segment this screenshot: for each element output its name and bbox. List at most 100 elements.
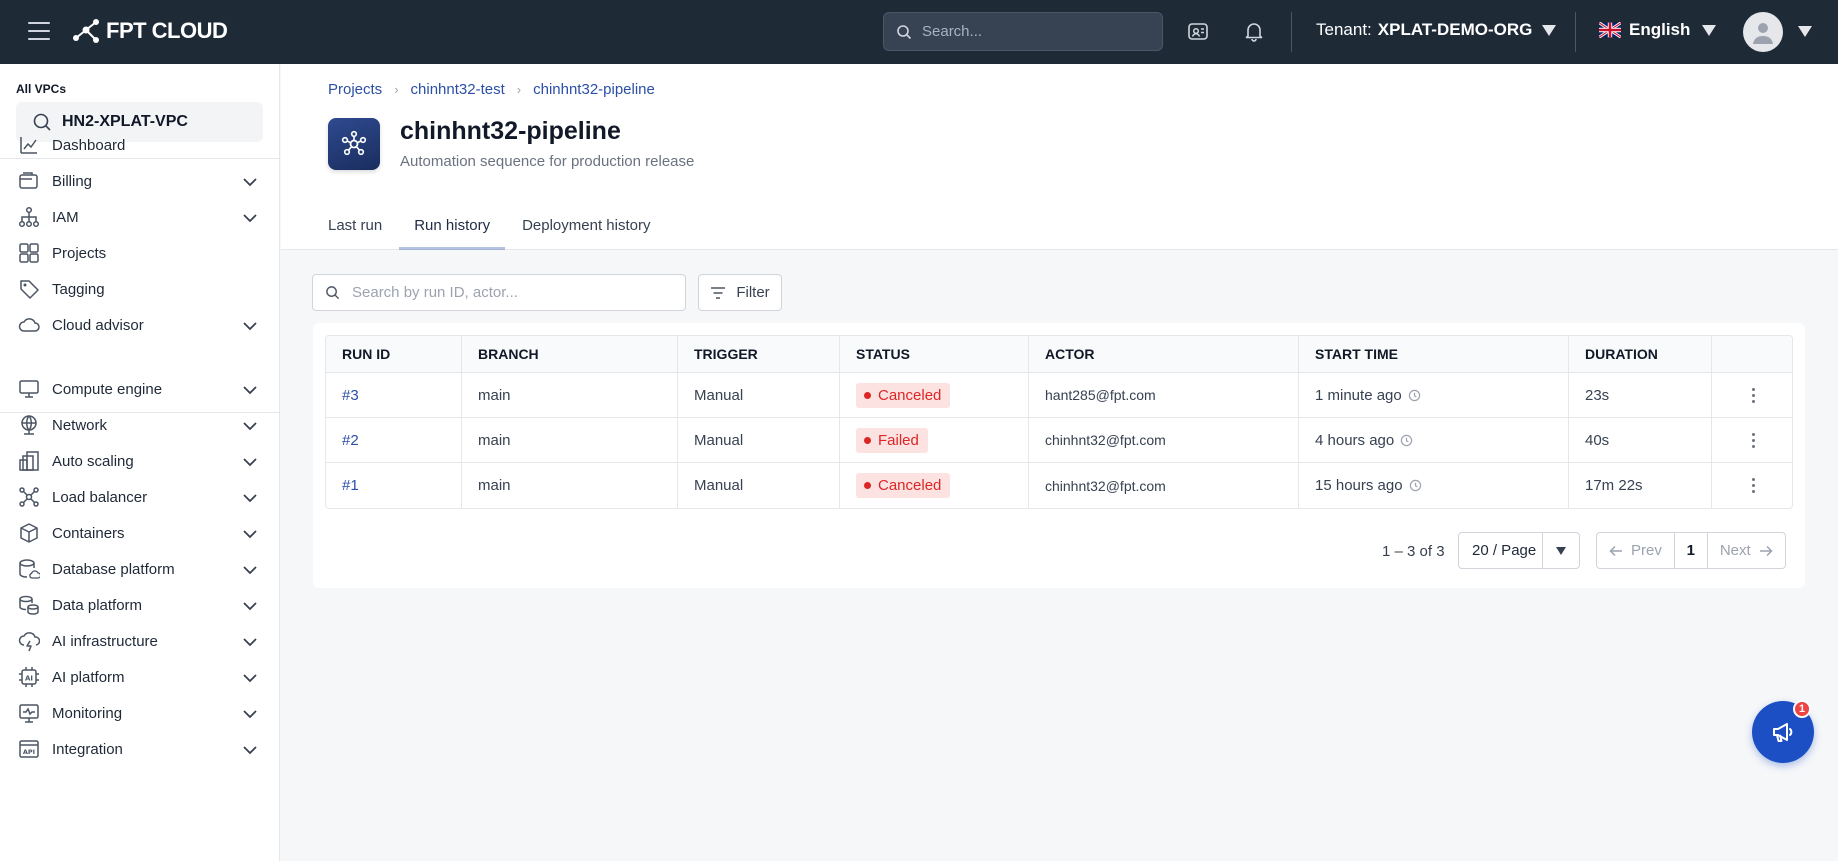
next-page-button[interactable]: Next xyxy=(1708,533,1785,568)
page-header: Projects › chinhnt32-test › chinhnt32-pi… xyxy=(281,64,1838,250)
chevron-down-icon[interactable] xyxy=(242,598,258,616)
caret-down-icon[interactable] xyxy=(1798,26,1812,37)
table-row[interactable]: #3 main Manual Canceled hant285@fpt.com 1 min… xyxy=(326,373,1792,418)
language-selector[interactable]: English xyxy=(1599,20,1717,40)
tenant-selector[interactable]: Tenant: XPLAT-DEMO-ORG xyxy=(1316,20,1557,40)
column-header-duration[interactable]: DURATION xyxy=(1569,336,1712,372)
chevron-down-icon[interactable] xyxy=(242,318,258,336)
chevron-down-icon[interactable] xyxy=(242,210,258,228)
menu-icon[interactable] xyxy=(28,22,50,40)
more-vertical-icon[interactable] xyxy=(1748,429,1759,452)
table-row[interactable]: #2 main Manual Failed chinhnt32@fpt.com 4 hou… xyxy=(326,418,1792,463)
user-avatar[interactable] xyxy=(1743,12,1783,52)
breadcrumb-project[interactable]: chinhnt32-test xyxy=(411,81,505,98)
column-header-actor[interactable]: ACTOR xyxy=(1029,336,1299,372)
more-vertical-icon[interactable] xyxy=(1748,384,1759,407)
sidebar-item-label: Projects xyxy=(52,244,107,262)
chevron-down-icon[interactable] xyxy=(242,670,258,688)
chevron-down-icon[interactable] xyxy=(242,634,258,652)
tenant-value: XPLAT-DEMO-ORG xyxy=(1377,20,1533,39)
bell-icon[interactable] xyxy=(1241,18,1267,44)
run-id-link[interactable]: #3 xyxy=(342,387,359,404)
sidebar-item-load-balancer[interactable]: Load balancer xyxy=(0,479,279,515)
grid-icon xyxy=(18,242,40,264)
start-time-text: 15 hours ago xyxy=(1315,477,1403,494)
megaphone-icon xyxy=(1773,723,1793,742)
sidebar-item-auto-scaling[interactable]: Auto scaling xyxy=(0,443,279,479)
start-time-cell: 4 hours ago xyxy=(1299,418,1569,462)
sidebar-item-projects[interactable]: Projects xyxy=(0,235,279,271)
chevron-down-icon[interactable] xyxy=(242,706,258,724)
sidebar-item-iam[interactable]: IAM xyxy=(0,199,279,235)
coins-icon xyxy=(18,594,40,616)
contact-card-icon[interactable] xyxy=(1185,18,1211,44)
sidebar-item-cloud-advisor[interactable]: Cloud advisor xyxy=(0,307,279,343)
status-dot-icon xyxy=(864,482,871,489)
clock-icon[interactable] xyxy=(1408,389,1421,402)
caret-down-icon xyxy=(1542,24,1557,36)
page-title: chinhnt32-pipeline xyxy=(400,117,621,145)
sidebar-item-database-platform[interactable]: Database platform xyxy=(0,551,279,587)
api-icon: API xyxy=(18,738,40,760)
prev-page-button[interactable]: Prev xyxy=(1597,533,1674,568)
filter-button[interactable]: Filter xyxy=(698,274,782,311)
sidebar-item-ai-infrastructure[interactable]: AI infrastructure xyxy=(0,623,279,659)
run-history-card: RUN ID BRANCH TRIGGER STATUS ACTOR START… xyxy=(313,323,1805,588)
caret-down-icon[interactable] xyxy=(1542,533,1579,568)
breadcrumb-projects[interactable]: Projects xyxy=(328,81,382,98)
svg-text:AI: AI xyxy=(25,675,33,683)
column-header-trigger[interactable]: TRIGGER xyxy=(678,336,840,372)
tab-last-run[interactable]: Last run xyxy=(328,202,382,250)
sidebar-item-integration[interactable]: API Integration xyxy=(0,731,279,767)
sidebar-item-label: Integration xyxy=(52,740,123,758)
start-time-text: 1 minute ago xyxy=(1315,386,1402,404)
chevron-down-icon[interactable] xyxy=(242,526,258,544)
chevron-down-icon[interactable] xyxy=(242,418,258,436)
run-id-link[interactable]: #1 xyxy=(342,477,359,494)
sidebar-item-data-platform[interactable]: Data platform xyxy=(0,587,279,623)
dashboard-icon xyxy=(18,134,40,156)
chevron-down-icon[interactable] xyxy=(242,490,258,508)
sidebar-item-compute-engine[interactable]: Compute engine xyxy=(0,371,279,407)
run-search-input[interactable] xyxy=(352,284,672,301)
chevron-down-icon[interactable] xyxy=(242,562,258,580)
global-search[interactable] xyxy=(883,12,1163,51)
chevron-down-icon[interactable] xyxy=(242,382,258,400)
start-time-cell: 15 hours ago xyxy=(1299,463,1569,508)
column-header-branch[interactable]: BRANCH xyxy=(462,336,678,372)
pipeline-icon xyxy=(328,118,380,170)
sidebar-item-tagging[interactable]: Tagging xyxy=(0,271,279,307)
tab-deployment-history[interactable]: Deployment history xyxy=(522,202,650,250)
language-label: English xyxy=(1629,20,1691,39)
sidebar-item-containers[interactable]: Containers xyxy=(0,515,279,551)
table-row[interactable]: #1 main Manual Canceled chinhnt32@fpt.com 15 … xyxy=(326,463,1792,508)
page-size-select[interactable]: 20 / Page xyxy=(1458,532,1580,569)
tab-run-history[interactable]: Run history xyxy=(399,202,505,250)
clock-icon[interactable] xyxy=(1400,434,1413,447)
clock-icon[interactable] xyxy=(1409,479,1422,492)
page-number-button[interactable]: 1 xyxy=(1673,533,1708,568)
start-time-text: 4 hours ago xyxy=(1315,431,1395,449)
run-id-link[interactable]: #2 xyxy=(342,432,359,449)
column-header-start-time[interactable]: START TIME xyxy=(1299,336,1569,372)
chevron-down-icon[interactable] xyxy=(242,174,258,192)
status-text: Failed xyxy=(878,431,919,449)
duration-cell: 40s xyxy=(1569,418,1712,462)
chevron-down-icon[interactable] xyxy=(242,742,258,760)
tenant-label: Tenant: xyxy=(1316,20,1372,39)
chevron-down-icon[interactable] xyxy=(242,454,258,472)
trigger-cell: Manual xyxy=(678,418,840,462)
sidebar-item-billing[interactable]: Billing xyxy=(0,163,279,199)
sidebar-item-monitoring[interactable]: Monitoring xyxy=(0,695,279,731)
column-header-status[interactable]: STATUS xyxy=(840,336,1029,372)
global-search-input[interactable] xyxy=(922,23,1142,40)
scale-icon xyxy=(18,450,40,472)
logo[interactable]: FPT CLOUD xyxy=(72,18,228,44)
run-search[interactable] xyxy=(312,274,686,311)
column-header-run-id[interactable]: RUN ID xyxy=(326,336,462,372)
sidebar-item-network[interactable]: Network xyxy=(0,407,279,443)
breadcrumb-pipeline[interactable]: chinhnt32-pipeline xyxy=(533,81,655,98)
more-vertical-icon[interactable] xyxy=(1748,474,1759,497)
sidebar-item-dashboard[interactable]: Dashboard xyxy=(0,127,279,163)
sidebar-item-ai-platform[interactable]: AI AI platform xyxy=(0,659,279,695)
